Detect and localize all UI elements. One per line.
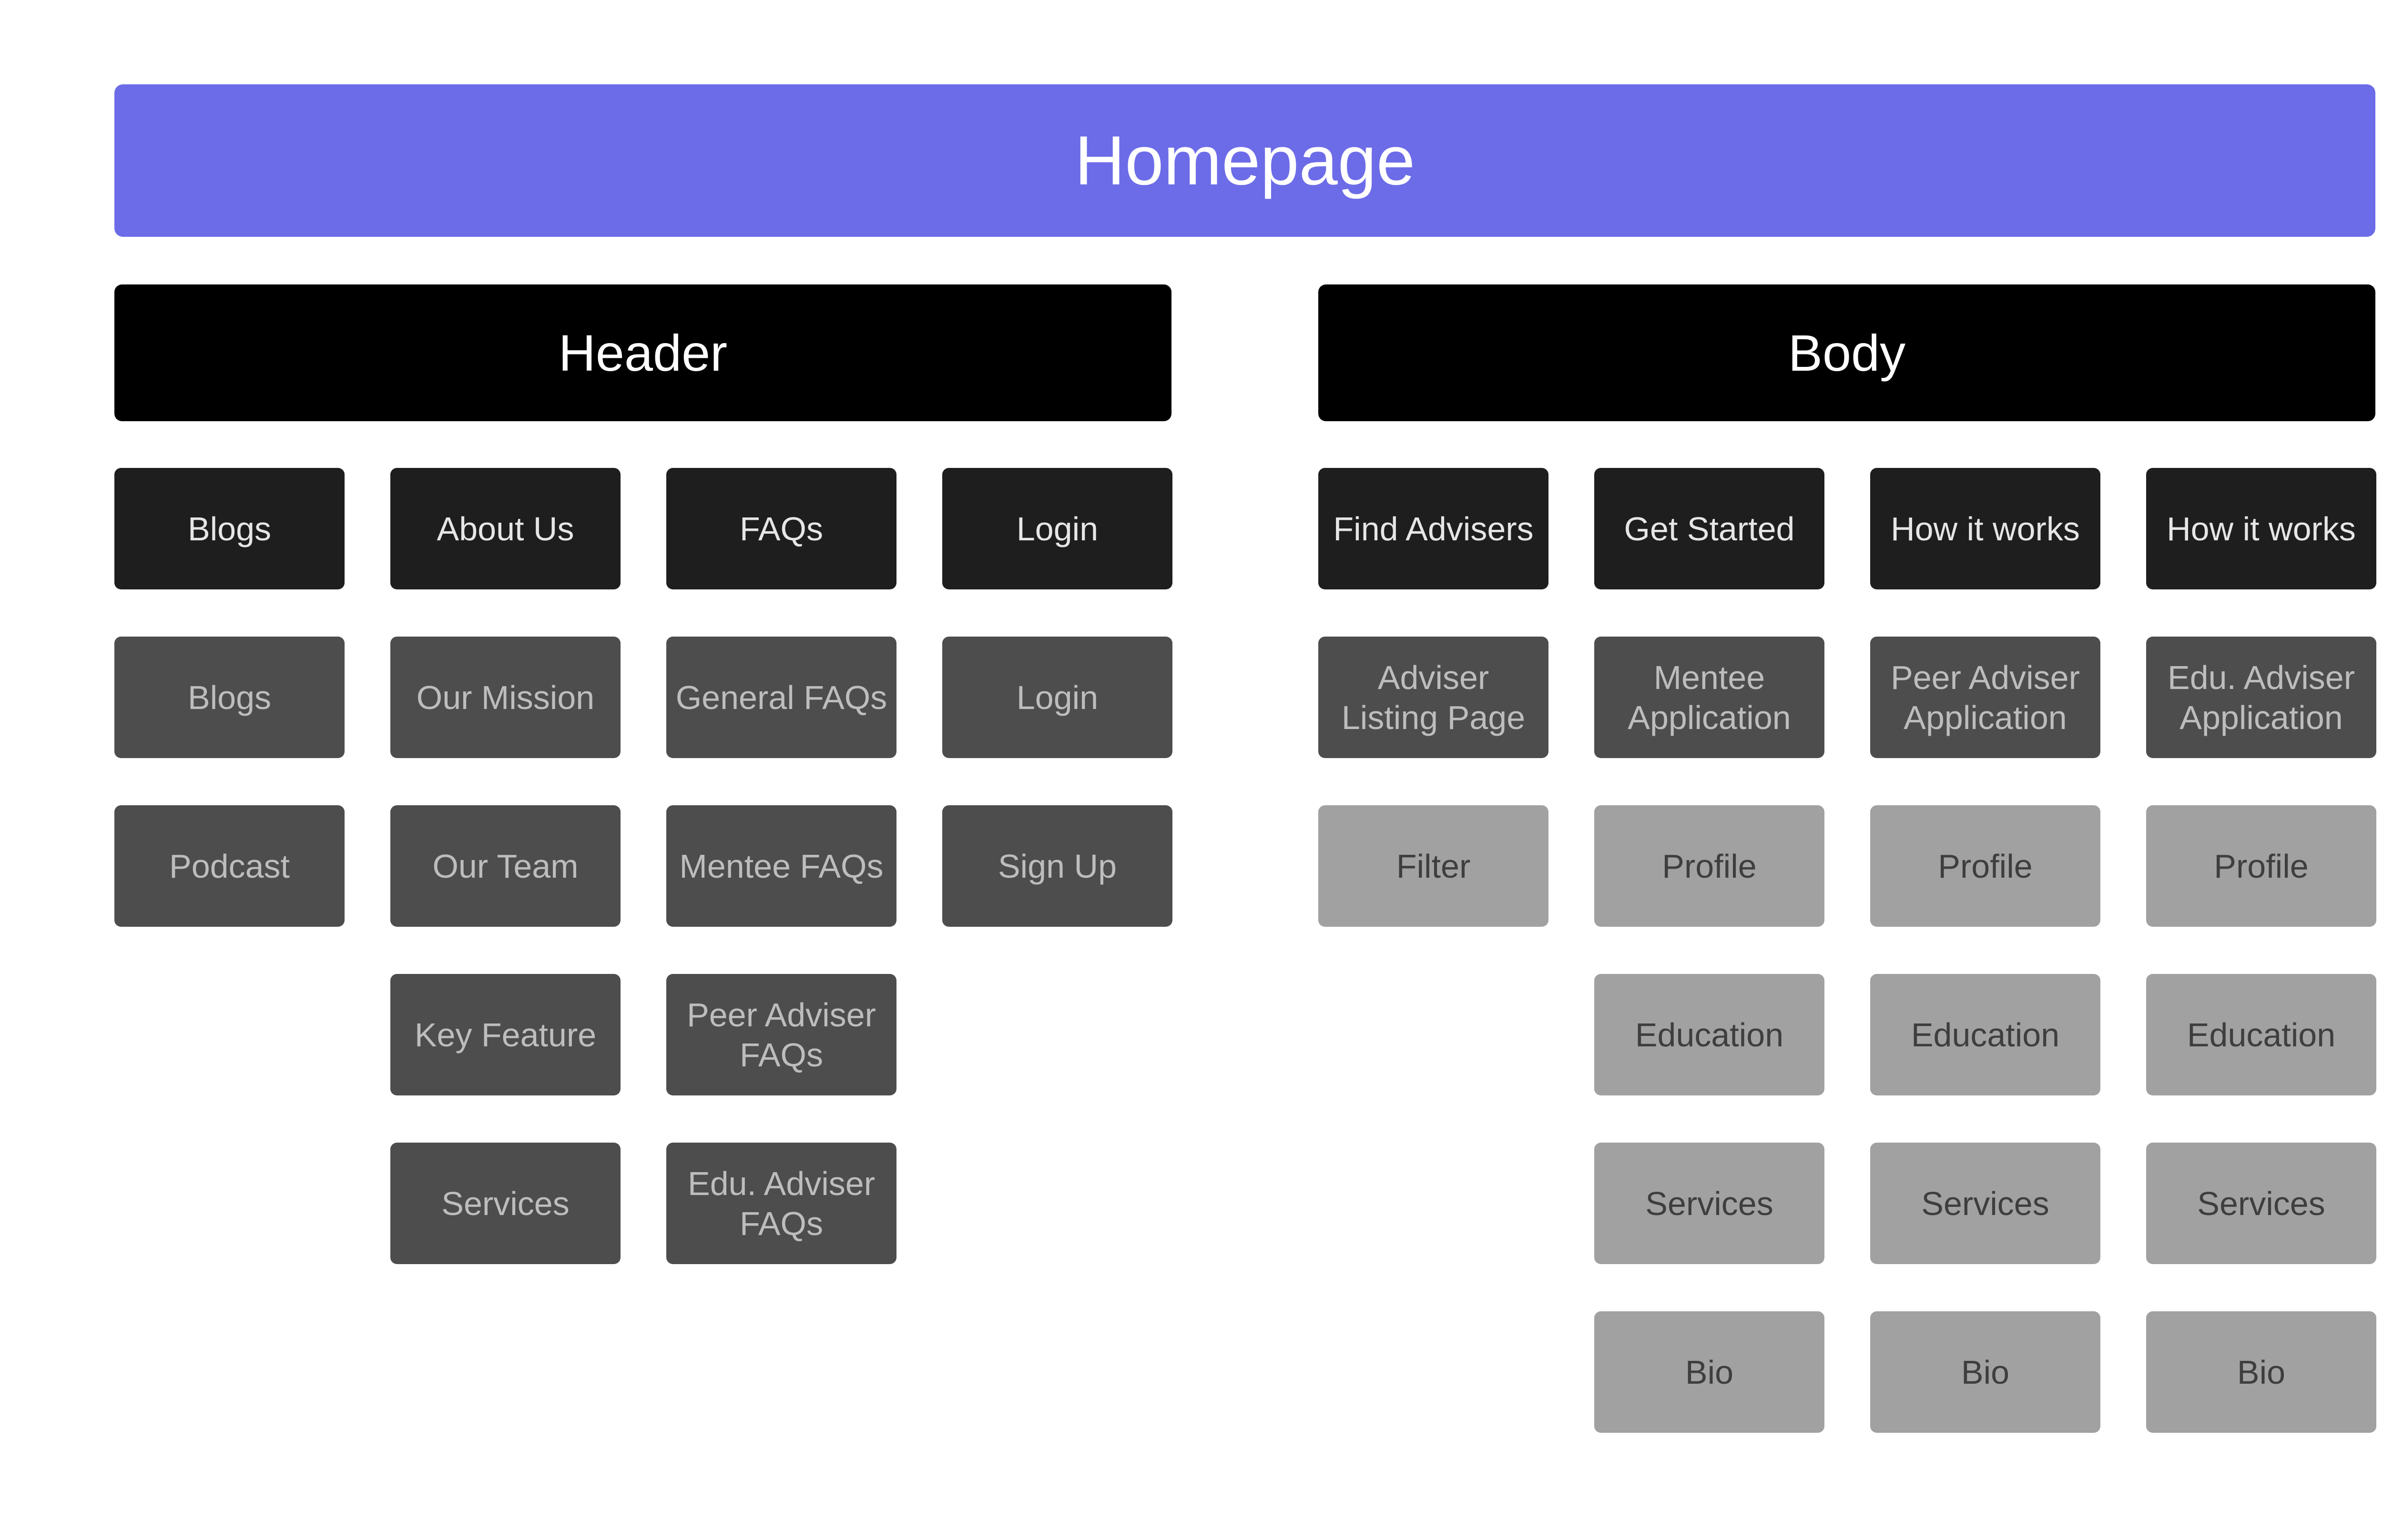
header-page-edu-adviser-faqs: Edu. Adviser FAQs [666,1143,896,1264]
node-label: Edu. Adviser Application [2168,659,2355,736]
header-page-our-mission: Our Mission [390,637,621,758]
header-page-services: Services [390,1143,621,1264]
header-page-our-team: Our Team [390,805,621,927]
header-page-blogs: Blogs [114,637,345,758]
header-nav-faqs: FAQs [666,468,896,589]
header-page-peer-adviser-faqs: Peer Adviser FAQs [666,974,896,1095]
section-body: Body [1318,284,2375,421]
body-nav-how-it-works: How it works [1870,468,2100,589]
body-nav-find-advisers: Find Advisers [1318,468,1548,589]
node-label: Services [1645,1185,1773,1222]
section-header: Header [114,284,1171,421]
node-label: Podcast [169,847,290,885]
header-page-key-feature: Key Feature [390,974,621,1095]
node-label: Services [441,1185,570,1222]
node-label: Mentee FAQs [679,847,884,885]
node-label: About Us [437,510,574,547]
node-label: General FAQs [675,679,887,716]
body-page-education: Education [1594,974,1824,1095]
body-page-bio: Bio [1870,1311,2100,1433]
body-page-education: Education [2146,974,2376,1095]
node-label: Find Advisers [1333,510,1534,547]
node-label: Peer Adviser Application [1891,659,2080,736]
body-page-services: Services [2146,1143,2376,1264]
header-nav-login: Login [942,468,1172,589]
body-page-bio: Bio [2146,1311,2376,1433]
root-label: Homepage [1074,122,1416,200]
body-page-profile: Profile [1594,805,1824,927]
body-page-services: Services [1870,1143,2100,1264]
node-label: Sign Up [998,847,1117,885]
body-page-bio: Bio [1594,1311,1824,1433]
node-label: Profile [1662,847,1757,885]
node-label: Edu. Adviser FAQs [688,1165,875,1242]
node-label: Our Mission [416,679,595,716]
node-label: Education [1635,1016,1784,1054]
node-label: Bio [1685,1353,1734,1391]
node-label: Login [1016,679,1099,716]
node-label: Education [1911,1016,2060,1054]
header-page-login: Login [942,637,1172,758]
node-label: Bio [2237,1353,2286,1391]
body-page-profile: Profile [2146,805,2376,927]
body-page-profile: Profile [1870,805,2100,927]
body-page-education: Education [1870,974,2100,1095]
body-page-mentee-application: Mentee Application [1594,637,1824,758]
header-page-general-faqs: General FAQs [666,637,896,758]
body-page-services: Services [1594,1143,1824,1264]
body-page-adviser-listing-page: Adviser Listing Page [1318,637,1548,758]
node-label: Get Started [1624,510,1795,547]
body-page-peer-adviser-application: Peer Adviser Application [1870,637,2100,758]
node-label: Education [2187,1016,2336,1054]
header-page-podcast: Podcast [114,805,345,927]
node-label: How it works [1891,510,2080,547]
node-label: FAQs [739,510,824,547]
header-nav-blogs: Blogs [114,468,345,589]
node-label: Services [2197,1185,2325,1222]
node-label: Peer Adviser FAQs [687,996,876,1074]
node-label: Filter [1396,847,1471,885]
header-nav-about-us: About Us [390,468,621,589]
node-label: Our Team [432,847,579,885]
root-node-homepage: Homepage [114,84,2375,237]
node-label: Services [1921,1185,2049,1222]
header-page-sign-up: Sign Up [942,805,1172,927]
body-page-filter: Filter [1318,805,1548,927]
node-label: Profile [2214,847,2309,885]
body-nav-how-it-works: How it works [2146,468,2376,589]
node-label: Mentee Application [1628,659,1791,736]
node-label: How it works [2167,510,2356,547]
node-label: Bio [1961,1353,2010,1391]
sitemap-diagram: Homepage Header Body Blogs Blogs Podcast Ab… [0,0,2383,1540]
body-page-edu-adviser-application: Edu. Adviser Application [2146,637,2376,758]
node-label: Profile [1938,847,2033,885]
node-label: Login [1016,510,1099,547]
node-label: Adviser Listing Page [1341,659,1526,736]
node-label: Blogs [187,679,272,716]
section-label: Body [1788,324,1906,382]
node-label: Key Feature [414,1016,597,1054]
header-page-mentee-faqs: Mentee FAQs [666,805,896,927]
node-label: Blogs [187,510,272,547]
section-label: Header [558,324,728,382]
body-nav-get-started: Get Started [1594,468,1824,589]
